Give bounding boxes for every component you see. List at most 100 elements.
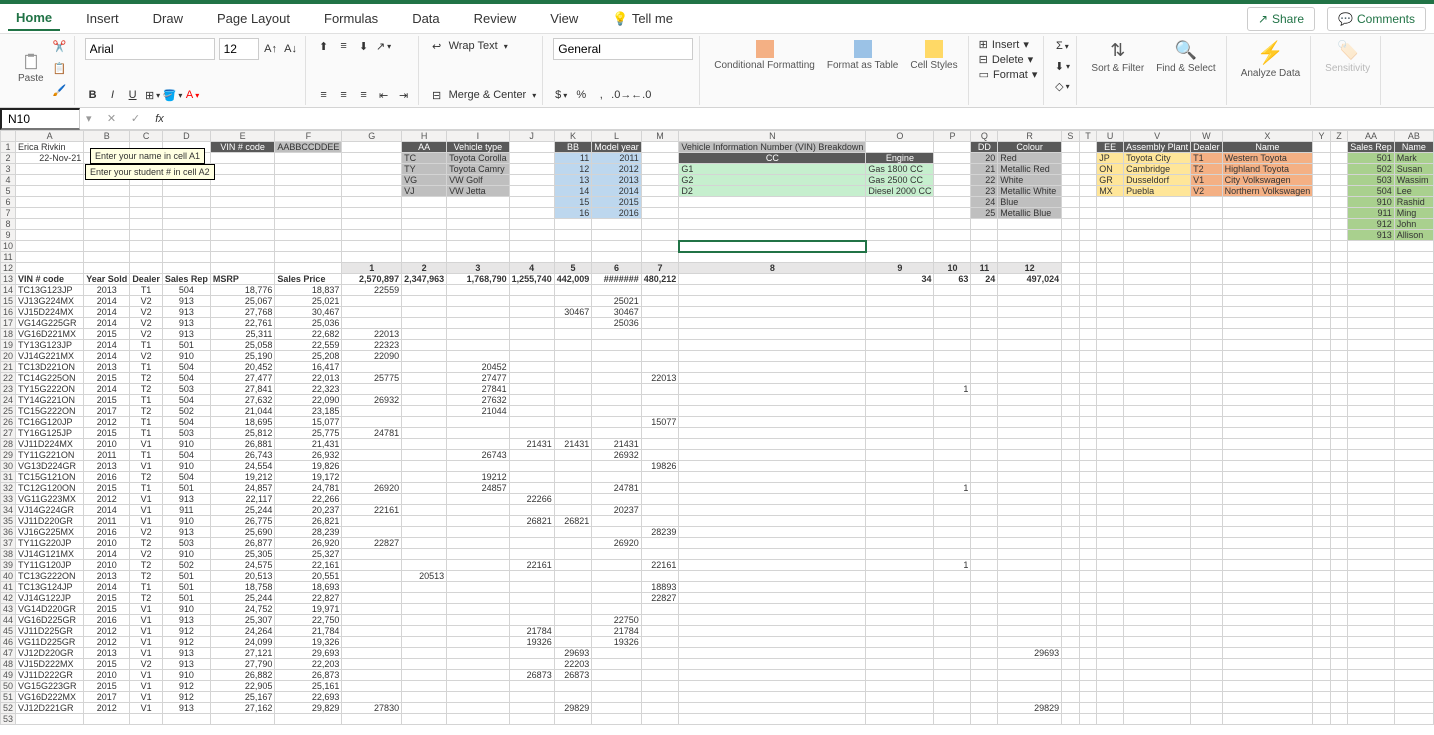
cell-S10[interactable]: [1062, 241, 1080, 252]
cell-W39[interactable]: [1191, 560, 1223, 571]
cell-H12[interactable]: 2: [402, 263, 447, 274]
cell-T30[interactable]: [1079, 461, 1096, 472]
cell-N27[interactable]: [679, 428, 866, 439]
cell-N51[interactable]: [679, 692, 866, 703]
cell-I40[interactable]: [447, 571, 510, 582]
cell-R17[interactable]: [998, 318, 1062, 329]
cell-O29[interactable]: [866, 450, 934, 461]
cell-B21[interactable]: 2013: [84, 362, 130, 373]
cell-AA29[interactable]: [1348, 450, 1395, 461]
cell-B44[interactable]: 2016: [84, 615, 130, 626]
merge-center-button[interactable]: Merge & Center: [449, 89, 527, 101]
cell-K42[interactable]: [554, 593, 592, 604]
cell-H43[interactable]: [402, 604, 447, 615]
cell-AB41[interactable]: [1394, 582, 1433, 593]
cell-H2[interactable]: TC: [402, 153, 447, 164]
bold-button[interactable]: B: [85, 87, 101, 103]
cell-E48[interactable]: 27,790: [210, 659, 275, 670]
cell-N41[interactable]: [679, 582, 866, 593]
cell-Y10[interactable]: [1313, 241, 1331, 252]
cell-Z47[interactable]: [1330, 648, 1347, 659]
cell-R32[interactable]: [998, 483, 1062, 494]
cell-P23[interactable]: 1: [934, 384, 971, 395]
cell-U16[interactable]: [1097, 307, 1124, 318]
cell-E7[interactable]: [210, 208, 275, 219]
cell-AB25[interactable]: [1394, 406, 1433, 417]
cell-H44[interactable]: [402, 615, 447, 626]
cell-N19[interactable]: [679, 340, 866, 351]
cell-Y20[interactable]: [1313, 351, 1331, 362]
cell-R27[interactable]: [998, 428, 1062, 439]
cell-I53[interactable]: [447, 714, 510, 725]
cell-R40[interactable]: [998, 571, 1062, 582]
cell-T37[interactable]: [1079, 538, 1096, 549]
cell-T22[interactable]: [1079, 373, 1096, 384]
cell-C16[interactable]: V2: [130, 307, 163, 318]
cell-G33[interactable]: [342, 494, 402, 505]
cell-Z50[interactable]: [1330, 681, 1347, 692]
cell-P41[interactable]: [934, 582, 971, 593]
cell-J13[interactable]: 1,255,740: [509, 274, 554, 285]
cell-N40[interactable]: [679, 571, 866, 582]
cell-L34[interactable]: 20237: [592, 505, 642, 516]
cell-D9[interactable]: [162, 230, 210, 241]
cell-S42[interactable]: [1062, 593, 1080, 604]
cell-R38[interactable]: [998, 549, 1062, 560]
cell-Z36[interactable]: [1330, 527, 1347, 538]
cell-Q46[interactable]: [971, 637, 998, 648]
sensitivity-button[interactable]: 🏷️Sensitivity: [1321, 38, 1374, 76]
cell-J47[interactable]: [509, 648, 554, 659]
cell-E28[interactable]: 26,881: [210, 439, 275, 450]
analyze-data-button[interactable]: ⚡Analyze Data: [1237, 38, 1304, 81]
cell-W5[interactable]: V2: [1191, 186, 1223, 197]
cell-S9[interactable]: [1062, 230, 1080, 241]
cell-I1[interactable]: Vehicle type: [447, 142, 510, 153]
cell-AA8[interactable]: 912: [1348, 219, 1395, 230]
cell-B48[interactable]: 2015: [84, 659, 130, 670]
cell-C5[interactable]: [130, 186, 163, 197]
cell-L31[interactable]: [592, 472, 642, 483]
cell-X36[interactable]: [1222, 527, 1313, 538]
cell-W18[interactable]: [1191, 329, 1223, 340]
fill-color-button[interactable]: 🪣: [165, 87, 181, 103]
cell-L21[interactable]: [592, 362, 642, 373]
cell-Q53[interactable]: [971, 714, 998, 725]
cell-C39[interactable]: T2: [130, 560, 163, 571]
cell-Y19[interactable]: [1313, 340, 1331, 351]
cell-V2[interactable]: Toyota City: [1124, 153, 1191, 164]
cell-I14[interactable]: [447, 285, 510, 296]
cell-C38[interactable]: V2: [130, 549, 163, 560]
cell-H34[interactable]: [402, 505, 447, 516]
cell-P4[interactable]: [934, 175, 971, 186]
cell-F21[interactable]: 16,417: [275, 362, 342, 373]
cell-Z16[interactable]: [1330, 307, 1347, 318]
cell-R14[interactable]: [998, 285, 1062, 296]
cell-N42[interactable]: [679, 593, 866, 604]
cell-T28[interactable]: [1079, 439, 1096, 450]
cell-L10[interactable]: [592, 241, 642, 252]
cell-M44[interactable]: [641, 615, 679, 626]
cell-P43[interactable]: [934, 604, 971, 615]
cell-E33[interactable]: 22,117: [210, 494, 275, 505]
cell-D42[interactable]: 501: [162, 593, 210, 604]
cell-L11[interactable]: [592, 252, 642, 263]
cell-X14[interactable]: [1222, 285, 1313, 296]
cell-I31[interactable]: 19212: [447, 472, 510, 483]
cell-AB29[interactable]: [1394, 450, 1433, 461]
cell-D32[interactable]: 501: [162, 483, 210, 494]
cell-T6[interactable]: [1079, 197, 1096, 208]
cell-N48[interactable]: [679, 659, 866, 670]
cell-F26[interactable]: 15,077: [275, 417, 342, 428]
cell-B23[interactable]: 2014: [84, 384, 130, 395]
cell-O31[interactable]: [866, 472, 934, 483]
cell-C48[interactable]: V2: [130, 659, 163, 670]
cell-F25[interactable]: 23,185: [275, 406, 342, 417]
cell-L53[interactable]: [592, 714, 642, 725]
cell-Z25[interactable]: [1330, 406, 1347, 417]
tab-formulas[interactable]: Formulas: [316, 7, 386, 30]
cell-X49[interactable]: [1222, 670, 1313, 681]
cell-M1[interactable]: [641, 142, 679, 153]
cell-T15[interactable]: [1079, 296, 1096, 307]
cell-E23[interactable]: 27,841: [210, 384, 275, 395]
cell-AA53[interactable]: [1348, 714, 1395, 725]
